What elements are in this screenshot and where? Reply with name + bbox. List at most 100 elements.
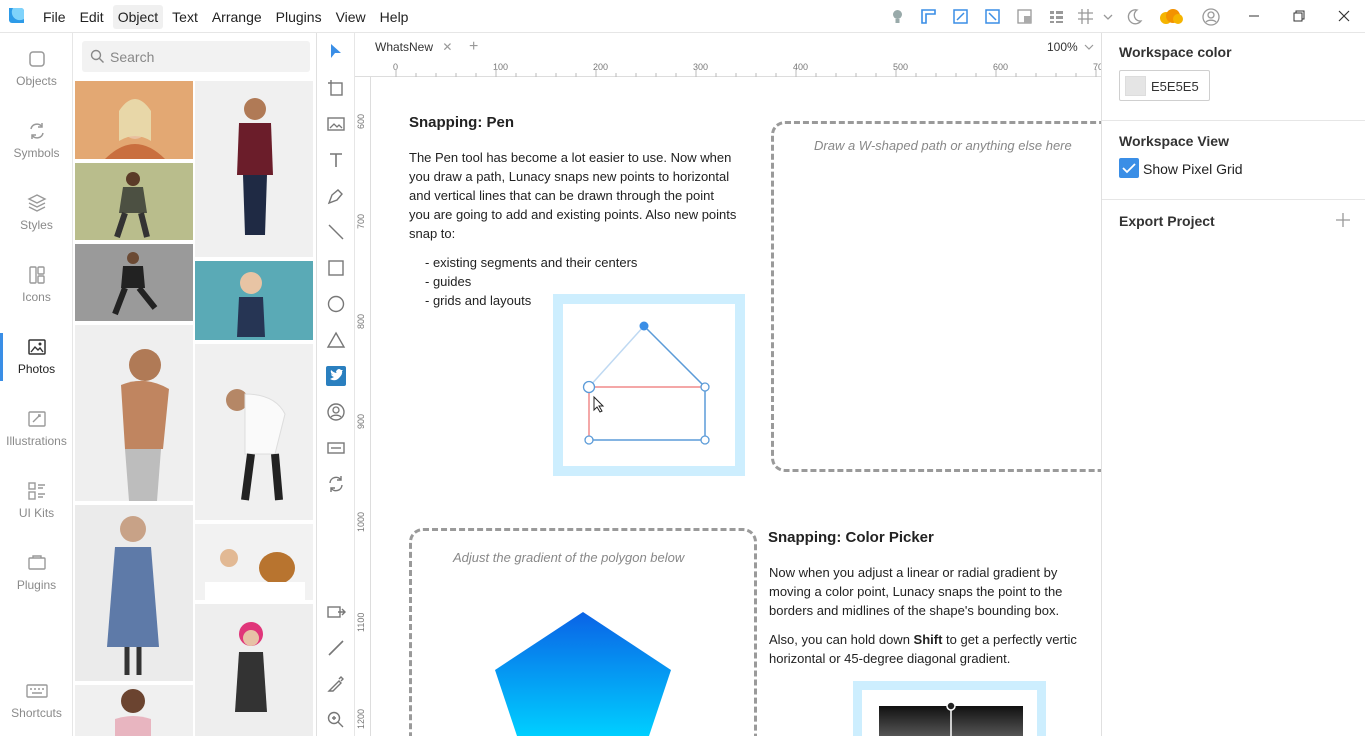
oval-tool-icon[interactable] bbox=[326, 294, 346, 314]
triangle-tool-icon[interactable] bbox=[326, 330, 346, 350]
workspace-color-field[interactable]: E5E5E5 bbox=[1119, 70, 1210, 101]
ruler-icon[interactable] bbox=[920, 8, 937, 25]
nav-shortcuts[interactable]: Shortcuts bbox=[0, 665, 73, 737]
photo-thumbnail[interactable] bbox=[195, 344, 313, 520]
chevron-down-icon[interactable] bbox=[1101, 8, 1115, 25]
tool-bar bbox=[317, 33, 355, 736]
layout-grid-icon[interactable] bbox=[1048, 8, 1065, 25]
add-export-icon[interactable] bbox=[1335, 212, 1351, 228]
zoom-chevron-icon[interactable] bbox=[1083, 42, 1095, 52]
tab-close-icon[interactable]: ✕ bbox=[442, 40, 452, 54]
text-tool-icon[interactable] bbox=[326, 150, 346, 170]
menu-help[interactable]: Help bbox=[375, 5, 414, 29]
nav-label: Photos bbox=[17, 362, 56, 376]
photo-thumbnail[interactable] bbox=[75, 81, 193, 159]
workspace-color-swatch[interactable] bbox=[1125, 76, 1146, 96]
lightbulb-icon[interactable] bbox=[889, 8, 906, 25]
menu-object[interactable]: Object bbox=[112, 4, 164, 29]
pixel-snap-icon[interactable] bbox=[984, 8, 1001, 25]
nav-label: Illustrations bbox=[6, 434, 67, 448]
pen-drawing-area[interactable] bbox=[771, 121, 1101, 472]
cloud-icon[interactable] bbox=[1158, 8, 1184, 25]
workspace-view-label: Workspace View bbox=[1119, 133, 1229, 149]
menu-file[interactable]: File bbox=[38, 5, 71, 29]
search-input[interactable]: Search bbox=[82, 41, 310, 72]
person-photo bbox=[107, 516, 159, 675]
nav-label: Styles bbox=[20, 218, 53, 232]
export-tool-icon[interactable] bbox=[326, 602, 346, 622]
picker-shift-pre: Also, you can hold down bbox=[769, 632, 914, 647]
nav-label: UI Kits bbox=[18, 506, 55, 520]
menu-arrange[interactable]: Arrange bbox=[207, 5, 267, 29]
zoom-level[interactable]: 100% bbox=[1047, 40, 1078, 54]
rectangle-tool-icon[interactable] bbox=[326, 258, 346, 278]
nav-label: Shortcuts bbox=[11, 706, 62, 720]
photo-thumbnail[interactable] bbox=[195, 81, 313, 257]
restore-icon[interactable] bbox=[1291, 8, 1307, 24]
pixel-grid-label[interactable]: Show Pixel Grid bbox=[1143, 161, 1243, 177]
horizontal-ruler: 0 100 200 300 400 500 600 700 bbox=[355, 61, 1108, 77]
nav-styles[interactable]: Styles bbox=[0, 177, 73, 249]
document-tab[interactable]: WhatsNew ✕ bbox=[367, 33, 460, 61]
ruler-tick: 1000 bbox=[356, 511, 366, 532]
moon-icon[interactable] bbox=[1126, 8, 1143, 25]
image-tool-icon[interactable] bbox=[326, 114, 346, 134]
photo-thumbnail[interactable] bbox=[75, 685, 193, 736]
pen-bullet: - guides bbox=[425, 274, 472, 289]
pen-snapping-illustration bbox=[553, 294, 745, 476]
artboard-tool-icon[interactable] bbox=[326, 78, 346, 98]
mask-icon[interactable] bbox=[1016, 8, 1033, 25]
photo-thumbnail[interactable] bbox=[195, 604, 313, 736]
minimize-icon[interactable] bbox=[1246, 8, 1262, 24]
workspace-color-value[interactable]: E5E5E5 bbox=[1151, 79, 1199, 94]
person-photo bbox=[237, 98, 273, 235]
add-tab-icon[interactable]: + bbox=[469, 38, 478, 56]
menu-text[interactable]: Text bbox=[167, 5, 203, 29]
menu-plugins[interactable]: Plugins bbox=[271, 5, 327, 29]
nav-symbols[interactable]: Symbols bbox=[0, 105, 73, 177]
menu-view[interactable]: View bbox=[331, 5, 371, 29]
grid-icon[interactable] bbox=[1077, 8, 1094, 25]
select-tool-icon[interactable] bbox=[326, 42, 346, 62]
photo-thumbnail[interactable] bbox=[75, 163, 193, 240]
person-photo bbox=[226, 389, 286, 501]
pixel-grid-checkbox[interactable] bbox=[1119, 158, 1139, 178]
pen-paragraph-line: snap to: bbox=[409, 226, 456, 241]
snap-icon[interactable] bbox=[952, 8, 969, 25]
close-icon[interactable] bbox=[1336, 8, 1352, 24]
person-photo bbox=[121, 349, 169, 501]
twitter-tool-icon[interactable] bbox=[326, 366, 346, 386]
nav-plugins[interactable]: Plugins bbox=[0, 537, 73, 609]
nav-illustrations[interactable]: Illustrations bbox=[0, 393, 73, 465]
nav-label: Plugins bbox=[16, 578, 57, 592]
picker-shift-key: Shift bbox=[913, 632, 943, 647]
search-placeholder: Search bbox=[110, 49, 155, 65]
pen-paragraph-line: you are going to add and existing points… bbox=[409, 207, 737, 222]
pen-paragraph-line: The Pen tool has become a lot easier to … bbox=[409, 150, 732, 165]
photo-thumbnail[interactable] bbox=[195, 261, 313, 340]
photo-thumbnail[interactable] bbox=[75, 325, 193, 501]
account-icon[interactable] bbox=[1202, 8, 1220, 26]
nav-ui-kits[interactable]: UI Kits bbox=[0, 465, 73, 537]
ruler-tick: 900 bbox=[356, 413, 366, 429]
line-tool-icon[interactable] bbox=[326, 222, 346, 242]
photo-thumbnail[interactable] bbox=[75, 244, 193, 321]
gradient-pentagon[interactable] bbox=[494, 611, 672, 736]
photo-thumbnail[interactable] bbox=[195, 524, 313, 600]
sync-tool-icon[interactable] bbox=[326, 474, 346, 494]
picker-paragraph-shift: Also, you can hold down Shift to get a p… bbox=[769, 630, 1077, 649]
canvas[interactable]: Snapping: Pen The Pen tool has become a … bbox=[371, 77, 1101, 736]
nav-objects[interactable]: Objects bbox=[0, 33, 73, 105]
nav-icons[interactable]: Icons bbox=[0, 249, 73, 321]
avatar-tool-icon[interactable] bbox=[326, 402, 346, 422]
eyedropper-tool-icon[interactable] bbox=[326, 674, 346, 694]
symbols-icon bbox=[29, 123, 44, 139]
pen-tool-icon[interactable] bbox=[326, 186, 346, 206]
picker-shift-post: to get a perfectly vertic bbox=[942, 632, 1077, 647]
nav-photos[interactable]: Photos bbox=[0, 321, 73, 393]
brush-tool-icon[interactable] bbox=[326, 638, 346, 658]
button-tool-icon[interactable] bbox=[326, 438, 346, 458]
zoom-tool-icon[interactable] bbox=[326, 710, 346, 730]
photo-thumbnail[interactable] bbox=[75, 505, 193, 681]
menu-edit[interactable]: Edit bbox=[75, 5, 109, 29]
